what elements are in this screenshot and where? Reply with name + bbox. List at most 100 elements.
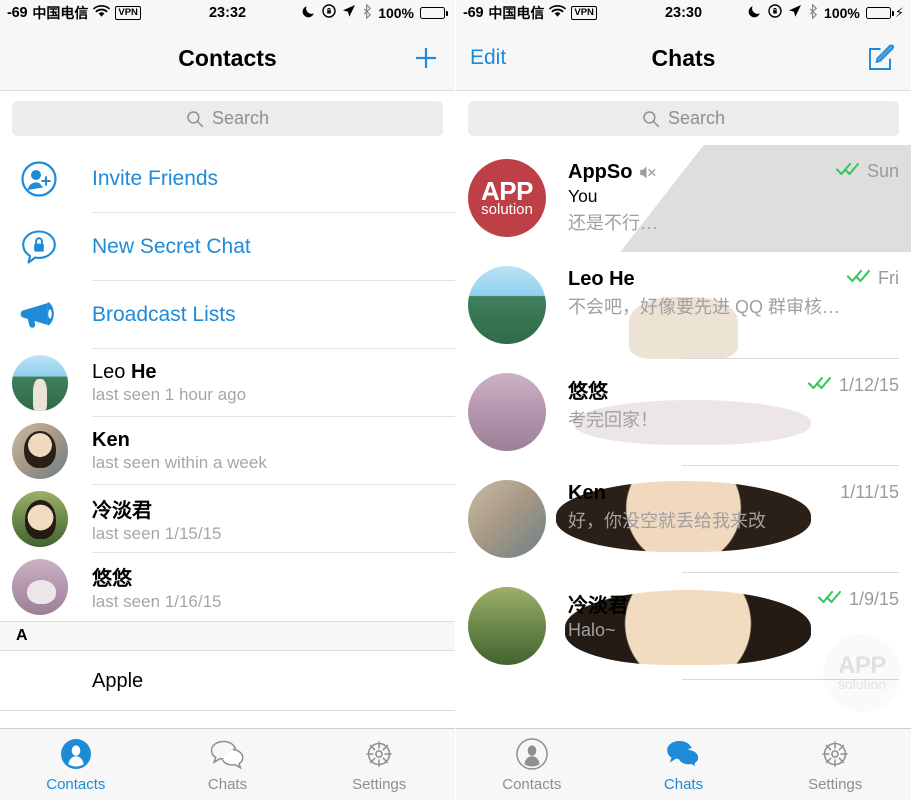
contacts-person-icon [60, 736, 92, 772]
mute-speaker-icon [639, 165, 656, 180]
chat-name: 冷淡君 [568, 595, 628, 617]
contact-info: Leo He last seen 1 hour ago [92, 361, 246, 405]
tab-settings[interactable]: Settings [759, 736, 911, 793]
battery-icon-charging: ⚡ [865, 5, 904, 21]
wifi-icon [93, 4, 111, 22]
avatar-text-line1: APP [481, 175, 533, 206]
search-input[interactable]: Search [12, 101, 443, 136]
page-title: Contacts [178, 44, 277, 71]
contact-info: Ken last seen within a week [92, 429, 267, 473]
row-separator [0, 710, 455, 711]
invite-friends-icon [18, 160, 60, 198]
search-input[interactable]: Search [468, 101, 899, 136]
navigation-bar: Edit Chats [456, 26, 911, 91]
chat-timestamp: Sun [866, 161, 899, 181]
tab-contacts[interactable]: Contacts [456, 736, 608, 793]
avatar-text-line2: solution [481, 201, 533, 219]
carrier-name: 中国电信 [32, 5, 89, 21]
search-container: Search [0, 91, 455, 145]
chat-info: 悠悠 考完回家！ 1/12/15 [568, 373, 899, 466]
tab-chats[interactable]: Chats [608, 736, 760, 793]
compose-icon [869, 44, 895, 70]
chat-timestamp: 1/11/15 [840, 482, 899, 502]
bluetooth-icon [808, 2, 818, 23]
contact-name: Apple [92, 669, 144, 692]
bluetooth-icon [362, 2, 372, 23]
rotation-lock-icon [322, 4, 336, 22]
chat-preview-message: 还是不行… [568, 213, 658, 233]
read-receipt-double-check-icon [846, 268, 873, 289]
signal-strength-value: -69 [7, 5, 28, 21]
signal-strength-value: -69 [463, 5, 484, 21]
chat-row[interactable]: APP solution AppSo You 还是不行… Sun [456, 145, 911, 252]
do-not-disturb-moon-icon [302, 4, 316, 22]
read-receipt-double-check-icon [835, 161, 862, 182]
action-label: Broadcast Lists [92, 303, 236, 326]
contacts-person-icon [516, 736, 548, 772]
battery-percentage: 100% [824, 5, 860, 21]
contact-row-apple[interactable]: Apple [0, 651, 455, 711]
contact-row[interactable]: 悠悠 last seen 1/16/15 [0, 553, 455, 621]
chat-name: Ken [568, 482, 606, 504]
rotation-lock-icon [768, 4, 782, 22]
avatar [12, 423, 68, 479]
contact-name: 冷淡君 [92, 500, 152, 522]
chat-row[interactable]: Ken 好，你没空就丢给我来改 1/11/15 [456, 466, 911, 573]
tab-label: Chats [207, 776, 248, 793]
action-row-invite-friends[interactable]: Invite Friends [0, 145, 455, 213]
tab-settings[interactable]: Settings [303, 736, 455, 793]
chat-row[interactable]: Leo He 不会吧，好像要先进 QQ 群审核… Fri [456, 252, 911, 359]
navigation-bar: Contacts [0, 26, 455, 91]
contact-row[interactable]: Ken last seen within a week [0, 417, 455, 485]
add-contact-button[interactable] [411, 43, 441, 73]
compose-button[interactable] [865, 42, 897, 74]
settings-gear-icon [363, 736, 395, 772]
contact-last-seen: last seen 1 hour ago [92, 385, 247, 404]
chats-bubbles-icon [210, 736, 246, 772]
edit-button[interactable]: Edit [470, 46, 506, 70]
action-row-broadcast-lists[interactable]: Broadcast Lists [0, 281, 455, 349]
chat-preview-message: 好，你没空就丢给我来改 [568, 511, 766, 531]
search-placeholder: Search [667, 108, 726, 128]
phone-screen-chats: -69 中国电信 VPN 23:30 100% ⚡ Edit Chats Sea… [456, 0, 911, 800]
tab-label: Settings [352, 776, 407, 793]
action-label: Invite Friends [92, 167, 219, 190]
status-bar: -69 中国电信 VPN 23:30 100% ⚡ [456, 0, 911, 26]
contact-row[interactable]: 冷淡君 last seen 1/15/15 [0, 485, 455, 553]
read-receipt-double-check-icon [817, 589, 844, 610]
search-placeholder: Search [211, 108, 270, 128]
chat-meta: 1/12/15 [807, 375, 899, 396]
secret-chat-lock-icon [18, 228, 60, 266]
chat-row[interactable]: 冷淡君 Halo~ 1/9/15 [456, 573, 911, 680]
contact-info: 冷淡君 last seen 1/15/15 [92, 494, 221, 544]
chat-name: 悠悠 [568, 381, 608, 403]
battery-icon [420, 7, 448, 19]
status-bar: -69 中国电信 VPN 23:32 100% [0, 0, 455, 26]
tab-label: Contacts [46, 776, 106, 793]
action-row-new-secret-chat[interactable]: New Secret Chat [0, 213, 455, 281]
status-bar-left: -69 中国电信 VPN [463, 3, 597, 23]
avatar [468, 373, 546, 451]
carrier-name: 中国电信 [488, 5, 545, 21]
status-bar-right: 100% ⚡ [748, 2, 904, 23]
chat-name: Leo He [568, 268, 635, 290]
tab-contacts[interactable]: Contacts [0, 736, 152, 793]
row-separator [682, 679, 899, 680]
avatar: APP solution [468, 159, 546, 237]
chat-sender-prefix: You [568, 186, 598, 206]
tab-chats[interactable]: Chats [152, 736, 304, 793]
tab-label: Chats [663, 776, 704, 793]
avatar [468, 480, 546, 558]
do-not-disturb-moon-icon [748, 4, 762, 22]
page-title: Chats [651, 44, 716, 71]
chat-preview-message: 考完回家！ [568, 410, 658, 430]
contact-row[interactable]: Leo He last seen 1 hour ago [0, 349, 455, 417]
chat-meta: Fri [846, 268, 899, 289]
chat-row[interactable]: 悠悠 考完回家！ 1/12/15 [456, 359, 911, 466]
avatar [12, 559, 68, 615]
phone-screen-contacts: -69 中国电信 VPN 23:32 100% Contacts Search … [0, 0, 455, 800]
vpn-badge: VPN [115, 5, 141, 21]
chat-preview-message: Halo~ [568, 620, 616, 640]
tab-bar: Contacts Chats Settings [0, 728, 455, 800]
avatar [468, 587, 546, 665]
